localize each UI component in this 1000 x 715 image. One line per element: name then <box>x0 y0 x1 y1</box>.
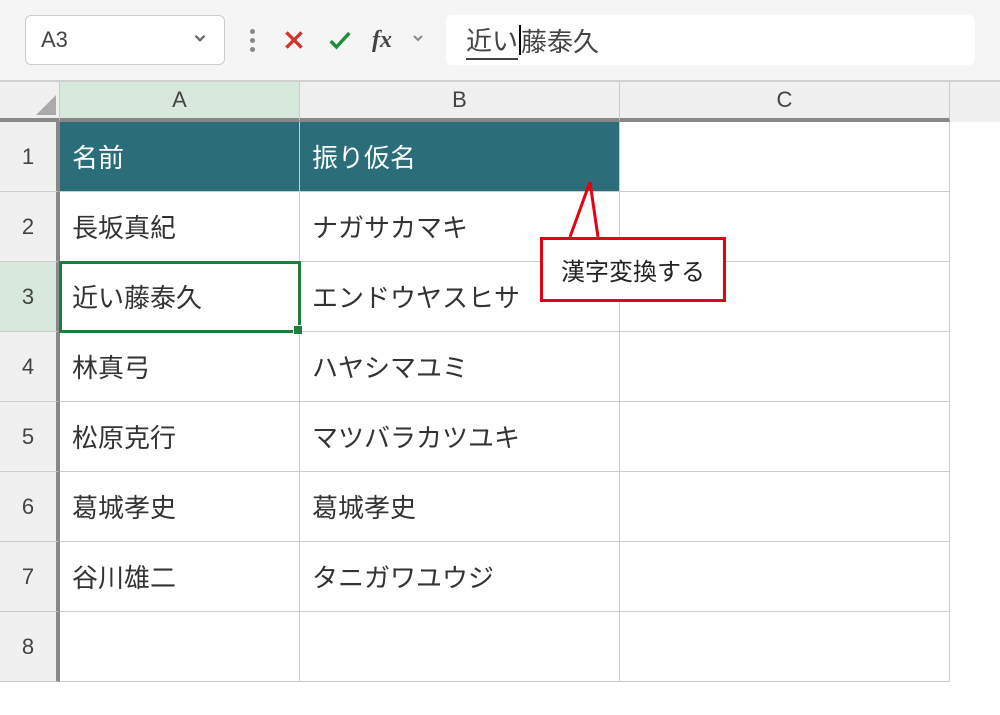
row-header[interactable]: 1 <box>0 122 60 192</box>
cell[interactable]: 林真弓 <box>60 332 300 402</box>
row-header[interactable]: 8 <box>0 612 60 682</box>
table-row: 8 <box>0 612 1000 682</box>
row-header[interactable]: 5 <box>0 402 60 472</box>
cell[interactable] <box>620 332 950 402</box>
row-header[interactable]: 6 <box>0 472 60 542</box>
formula-bar: A3 fx 近い藤泰久 <box>0 0 1000 82</box>
column-headers: A B C <box>0 82 1000 122</box>
cell[interactable]: 松原克行 <box>60 402 300 472</box>
cell[interactable]: 名前 <box>60 122 300 192</box>
cell[interactable] <box>620 472 950 542</box>
column-header-b[interactable]: B <box>300 82 620 122</box>
annotation-callout: 漢字変換する <box>540 237 726 302</box>
cell[interactable] <box>620 612 950 682</box>
chevron-down-icon[interactable] <box>410 29 426 52</box>
cell[interactable] <box>620 402 950 472</box>
row-header[interactable]: 3 <box>0 262 60 332</box>
table-row: 6 葛城孝史 葛城孝史 <box>0 472 1000 542</box>
row-header[interactable]: 7 <box>0 542 60 612</box>
cell[interactable] <box>60 612 300 682</box>
table-row: 3 近い藤泰久 エンドウヤスヒサ <box>0 262 1000 332</box>
table-row: 4 林真弓 ハヤシマユミ <box>0 332 1000 402</box>
cancel-button[interactable] <box>280 26 308 54</box>
spreadsheet: A B C 1 名前 振り仮名 2 長坂真紀 ナガサカマキ 3 近い藤泰久 エン… <box>0 82 1000 682</box>
grip-icon <box>245 29 260 52</box>
cell[interactable]: マツバラカツユキ <box>300 402 620 472</box>
formula-input[interactable]: 近い藤泰久 <box>446 15 975 65</box>
row-header[interactable]: 2 <box>0 192 60 262</box>
column-header-c[interactable]: C <box>620 82 950 122</box>
cell[interactable] <box>300 612 620 682</box>
chevron-down-icon[interactable] <box>191 27 209 53</box>
cell[interactable]: 葛城孝史 <box>60 472 300 542</box>
cell[interactable] <box>620 542 950 612</box>
table-row: 7 谷川雄二 タニガワユウジ <box>0 542 1000 612</box>
fx-label[interactable]: fx <box>372 27 392 54</box>
formula-buttons: fx <box>280 26 426 54</box>
row-header[interactable]: 4 <box>0 332 60 402</box>
formula-rest: 藤泰久 <box>521 22 599 59</box>
column-header-a[interactable]: A <box>60 82 300 122</box>
cell[interactable]: 長坂真紀 <box>60 192 300 262</box>
cell[interactable] <box>620 122 950 192</box>
confirm-button[interactable] <box>326 26 354 54</box>
cell[interactable]: 葛城孝史 <box>300 472 620 542</box>
table-row: 2 長坂真紀 ナガサカマキ <box>0 192 1000 262</box>
cell[interactable]: タニガワユウジ <box>300 542 620 612</box>
name-box[interactable]: A3 <box>25 15 225 65</box>
name-box-value: A3 <box>41 27 68 53</box>
callout-arrow-icon <box>560 182 600 242</box>
ime-composition: 近い <box>466 21 518 60</box>
table-row: 5 松原克行 マツバラカツユキ <box>0 402 1000 472</box>
callout-text: 漢字変換する <box>540 237 726 302</box>
select-all-corner[interactable] <box>0 82 60 122</box>
cell[interactable]: 谷川雄二 <box>60 542 300 612</box>
cell-selected[interactable]: 近い藤泰久 <box>60 262 300 332</box>
table-row: 1 名前 振り仮名 <box>0 122 1000 192</box>
cell[interactable]: ハヤシマユミ <box>300 332 620 402</box>
